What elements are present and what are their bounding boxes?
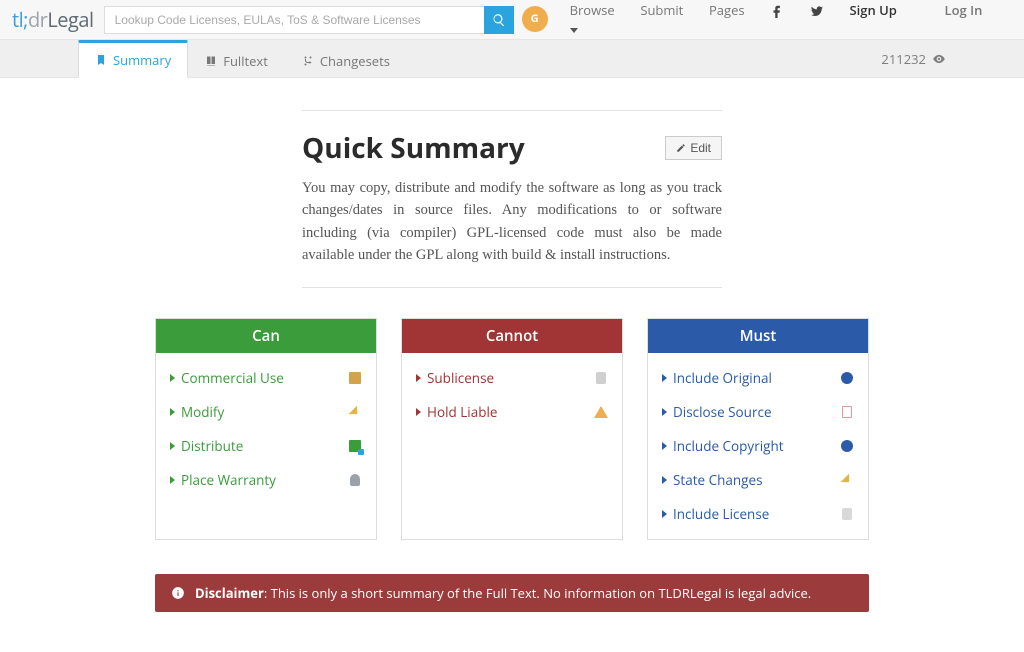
caret-right-icon — [662, 510, 667, 518]
bookmark-icon — [95, 54, 107, 66]
tab-changesets[interactable]: Changesets — [285, 43, 407, 78]
cannot-header: Cannot — [402, 319, 622, 353]
page-title: Quick Summary — [302, 129, 665, 167]
must-header: Must — [648, 319, 868, 353]
google-badge-icon[interactable]: G — [522, 6, 548, 32]
permission-columns: Can Commercial Use Modify Distribute Pla… — [155, 318, 869, 540]
nav-pages[interactable]: Pages — [709, 1, 745, 19]
search-input[interactable] — [104, 6, 484, 34]
can-column: Can Commercial Use Modify Distribute Pla… — [155, 318, 377, 540]
must-item[interactable]: Include Original — [648, 361, 868, 395]
pencil-icon — [676, 143, 686, 153]
logo-legal: Legal — [47, 6, 93, 33]
summary-block: Quick Summary Edit You may copy, distrib… — [302, 110, 722, 288]
copyright-icon — [840, 439, 854, 453]
logo-dr: dr — [28, 6, 47, 33]
caret-right-icon — [170, 374, 175, 382]
branch-icon — [302, 55, 314, 67]
shield-icon — [348, 473, 362, 487]
cannot-item[interactable]: Hold Liable — [402, 395, 622, 429]
caret-right-icon — [170, 408, 175, 416]
summary-body: You may copy, distribute and modify the … — [302, 177, 722, 267]
chevron-down-icon — [570, 28, 578, 33]
book-icon — [205, 55, 217, 67]
can-item[interactable]: Modify — [156, 395, 376, 429]
can-header: Can — [156, 319, 376, 353]
nav-browse[interactable]: Browse — [570, 1, 615, 19]
must-item[interactable]: Include Copyright — [648, 429, 868, 463]
thumb-down-icon — [594, 371, 608, 385]
disclaimer-banner: Disclaimer: This is only a short summary… — [155, 574, 869, 612]
top-bar: tl;drLegal G Browse Submit Pages Sign Up… — [0, 0, 1024, 40]
search-button[interactable] — [484, 6, 514, 34]
caret-right-icon — [416, 408, 421, 416]
cannot-column: Cannot Sublicense Hold Liable — [401, 318, 623, 540]
edit-button[interactable]: Edit — [665, 136, 722, 160]
warning-icon — [594, 405, 608, 419]
top-nav: Browse Submit Pages Sign Up Log In — [548, 1, 1012, 39]
logo[interactable]: tl;drLegal — [12, 6, 94, 33]
caret-right-icon — [416, 374, 421, 382]
must-item[interactable]: Disclose Source — [648, 395, 868, 429]
nav-signup[interactable]: Sign Up — [850, 1, 897, 19]
tag-icon — [840, 507, 854, 521]
search-icon — [492, 13, 506, 27]
eye-icon — [932, 52, 946, 66]
caret-right-icon — [170, 476, 175, 484]
twitter-icon — [810, 4, 824, 18]
note-icon — [840, 473, 854, 487]
money-bag-icon — [348, 371, 362, 385]
info-icon — [171, 586, 185, 600]
disclaimer-text: : This is only a short summary of the Fu… — [264, 584, 811, 602]
search: G — [104, 6, 548, 34]
view-count: 211232 — [881, 50, 946, 68]
logo-tl: tl; — [12, 6, 28, 33]
tab-summary[interactable]: Summary — [78, 40, 188, 78]
caret-right-icon — [170, 442, 175, 450]
edit-icon — [348, 405, 362, 419]
must-item[interactable]: Include License — [648, 497, 868, 531]
caret-right-icon — [662, 374, 667, 382]
facebook-link[interactable] — [770, 1, 784, 19]
can-item[interactable]: Commercial Use — [156, 361, 376, 395]
must-item[interactable]: State Changes — [648, 463, 868, 497]
caret-right-icon — [662, 408, 667, 416]
caret-right-icon — [662, 442, 667, 450]
info-circle-icon — [840, 371, 854, 385]
twitter-link[interactable] — [810, 1, 824, 19]
divider — [302, 287, 722, 288]
divider — [302, 110, 722, 111]
cannot-item[interactable]: Sublicense — [402, 361, 622, 395]
must-column: Must Include Original Disclose Source In… — [647, 318, 869, 540]
disclaimer-label: Disclaimer — [195, 584, 264, 602]
tabs-row: Summary Fulltext Changesets 211232 — [0, 40, 1024, 78]
caret-right-icon — [662, 476, 667, 484]
nav-submit[interactable]: Submit — [640, 1, 683, 19]
can-item[interactable]: Place Warranty — [156, 463, 376, 497]
tab-fulltext[interactable]: Fulltext — [188, 43, 285, 78]
source-doc-icon — [840, 405, 854, 419]
can-item[interactable]: Distribute — [156, 429, 376, 463]
facebook-icon — [770, 4, 784, 18]
package-share-icon — [348, 439, 362, 453]
